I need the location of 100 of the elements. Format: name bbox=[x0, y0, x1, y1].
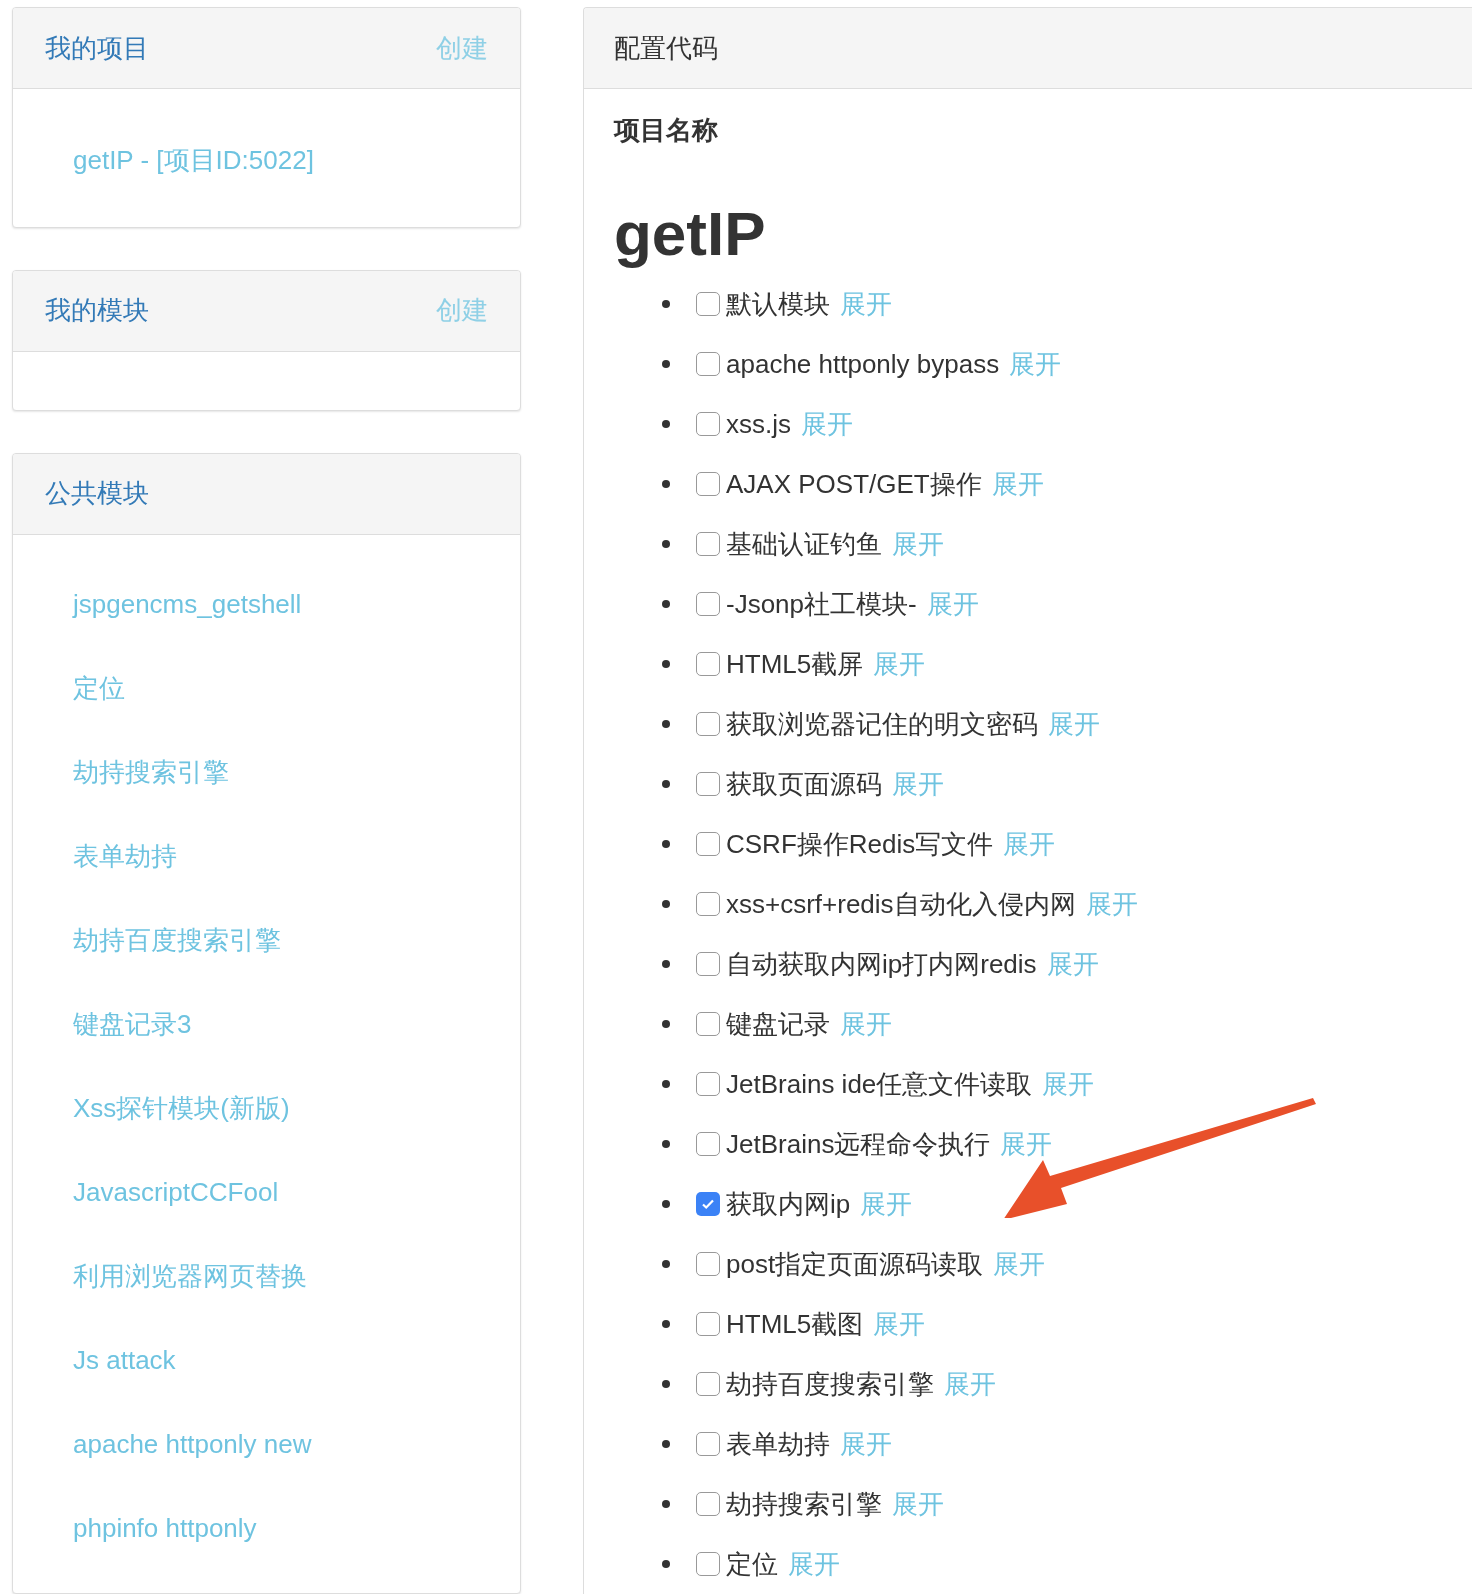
bullet-icon bbox=[662, 480, 670, 488]
module-name: post指定页面源码读取 bbox=[726, 1247, 984, 1281]
checkbox[interactable] bbox=[696, 892, 720, 916]
module-link[interactable]: 表单劫持 bbox=[73, 813, 460, 898]
module-name: CSRF操作Redis写文件 bbox=[726, 827, 994, 861]
expand-link[interactable]: 展开 bbox=[1003, 824, 1056, 864]
expand-link[interactable]: 展开 bbox=[1046, 944, 1099, 984]
module-name: HTML5截图 bbox=[726, 1307, 864, 1341]
bullet-icon bbox=[662, 1320, 670, 1328]
expand-link[interactable]: 展开 bbox=[788, 1544, 840, 1584]
checkbox[interactable] bbox=[696, 1372, 720, 1396]
panel-title: 公共模块 bbox=[45, 477, 149, 511]
module-name: 表单劫持 bbox=[726, 1427, 830, 1461]
bullet-icon bbox=[662, 780, 670, 788]
project-name: getIP bbox=[614, 198, 766, 270]
expand-link[interactable]: 展开 bbox=[1042, 1064, 1095, 1104]
bullet-icon bbox=[662, 1440, 670, 1448]
bullet-icon bbox=[662, 1020, 670, 1028]
bullet-icon bbox=[662, 300, 670, 308]
module-link[interactable]: apache httponly new bbox=[73, 1401, 460, 1486]
bullet-icon bbox=[662, 540, 670, 548]
panel-title: 我的项目 bbox=[45, 31, 149, 65]
expand-link[interactable]: 展开 bbox=[840, 1004, 892, 1044]
module-link[interactable]: phpinfo httponly bbox=[73, 1485, 460, 1570]
bullet-icon bbox=[662, 1260, 670, 1268]
checkbox[interactable] bbox=[696, 1312, 720, 1336]
expand-link[interactable]: 展开 bbox=[801, 404, 853, 444]
checkbox[interactable] bbox=[696, 1132, 720, 1156]
bullet-icon bbox=[662, 900, 670, 908]
module-name: xss.js bbox=[726, 407, 791, 441]
module-link[interactable]: 利用浏览器网页替换 bbox=[73, 1233, 460, 1318]
bullet-icon bbox=[662, 1380, 670, 1388]
checkbox[interactable] bbox=[696, 352, 720, 376]
checkbox[interactable] bbox=[696, 1492, 720, 1516]
module-name: 自动获取内网ip打内网redis bbox=[726, 947, 1037, 981]
panel-title: 我的模块 bbox=[45, 294, 149, 328]
expand-link[interactable]: 展开 bbox=[991, 464, 1044, 504]
module-name: JetBrains远程命令执行 bbox=[726, 1127, 991, 1161]
checkbox[interactable] bbox=[696, 592, 720, 616]
bullet-icon bbox=[662, 420, 670, 428]
panel-title: 配置代码 bbox=[614, 31, 718, 65]
module-name: 劫持搜索引擎 bbox=[726, 1487, 882, 1521]
module-name: JetBrains ide任意文件读取 bbox=[726, 1067, 1033, 1101]
checkbox[interactable] bbox=[696, 1072, 720, 1096]
module-link[interactable]: 键盘记录3 bbox=[73, 981, 460, 1066]
checkbox[interactable] bbox=[696, 1252, 720, 1276]
field-label: 项目名称 bbox=[614, 114, 718, 147]
module-link[interactable]: JavascriptCCFool bbox=[73, 1149, 460, 1234]
module-name: 键盘记录 bbox=[726, 1007, 830, 1041]
expand-link[interactable]: 展开 bbox=[840, 284, 892, 324]
checkbox[interactable] bbox=[696, 1552, 720, 1576]
expand-link[interactable]: 展开 bbox=[840, 1424, 892, 1464]
bullet-icon bbox=[662, 840, 670, 848]
bullet-icon bbox=[662, 720, 670, 728]
expand-link[interactable]: 展开 bbox=[892, 1484, 944, 1524]
module-name: AJAX POST/GET操作 bbox=[726, 467, 982, 501]
expand-link[interactable]: 展开 bbox=[873, 1304, 926, 1344]
expand-link[interactable]: 展开 bbox=[1085, 884, 1138, 924]
checkbox[interactable] bbox=[696, 412, 720, 436]
expand-link[interactable]: 展开 bbox=[944, 1364, 996, 1404]
checkbox[interactable] bbox=[696, 292, 720, 316]
expand-link[interactable]: 展开 bbox=[873, 644, 926, 684]
expand-link[interactable]: 展开 bbox=[993, 1244, 1046, 1284]
module-link[interactable]: Js attack bbox=[73, 1317, 460, 1402]
checkbox[interactable] bbox=[696, 952, 720, 976]
expand-link[interactable]: 展开 bbox=[892, 764, 944, 804]
create-link[interactable]: 创建 bbox=[436, 291, 488, 331]
module-link[interactable]: 定位 bbox=[73, 645, 460, 730]
checkbox[interactable] bbox=[696, 1432, 720, 1456]
expand-link[interactable]: 展开 bbox=[1009, 344, 1062, 384]
module-name: 获取页面源码 bbox=[726, 767, 882, 801]
bullet-icon bbox=[662, 1140, 670, 1148]
module-link[interactable]: 劫持搜索引擎 bbox=[73, 729, 460, 814]
module-link[interactable]: jspgencms_getshell bbox=[73, 561, 460, 646]
module-link[interactable]: 劫持百度搜索引擎 bbox=[73, 897, 460, 982]
checkbox[interactable] bbox=[696, 772, 720, 796]
bullet-icon bbox=[662, 1560, 670, 1568]
expand-link[interactable]: 展开 bbox=[892, 524, 944, 564]
checkbox[interactable] bbox=[696, 1012, 720, 1036]
bullet-icon bbox=[662, 360, 670, 368]
module-name: apache httponly bypass bbox=[726, 347, 1000, 381]
module-name: 基础认证钓鱼 bbox=[726, 527, 882, 561]
checkbox[interactable] bbox=[696, 832, 720, 856]
create-link[interactable]: 创建 bbox=[436, 28, 488, 68]
expand-link[interactable]: 展开 bbox=[1048, 704, 1100, 744]
module-name: 获取浏览器记住的明文密码 bbox=[726, 707, 1038, 741]
checkbox[interactable] bbox=[696, 1192, 720, 1216]
module-link[interactable]: getIP - [项目ID:5022] bbox=[73, 117, 314, 202]
module-name: HTML5截屏 bbox=[726, 647, 864, 681]
checkbox[interactable] bbox=[696, 712, 720, 736]
module-name: xss+csrf+redis自动化入侵内网 bbox=[726, 887, 1076, 921]
expand-link[interactable]: 展开 bbox=[1000, 1124, 1053, 1164]
checkbox[interactable] bbox=[696, 532, 720, 556]
module-name: -Jsonp社工模块- bbox=[726, 587, 917, 621]
checkbox[interactable] bbox=[696, 652, 720, 676]
expand-link[interactable]: 展开 bbox=[860, 1184, 913, 1224]
bullet-icon bbox=[662, 1080, 670, 1088]
module-link[interactable]: Xss探针模块(新版) bbox=[73, 1065, 460, 1150]
checkbox[interactable] bbox=[696, 472, 720, 496]
expand-link[interactable]: 展开 bbox=[926, 584, 979, 624]
